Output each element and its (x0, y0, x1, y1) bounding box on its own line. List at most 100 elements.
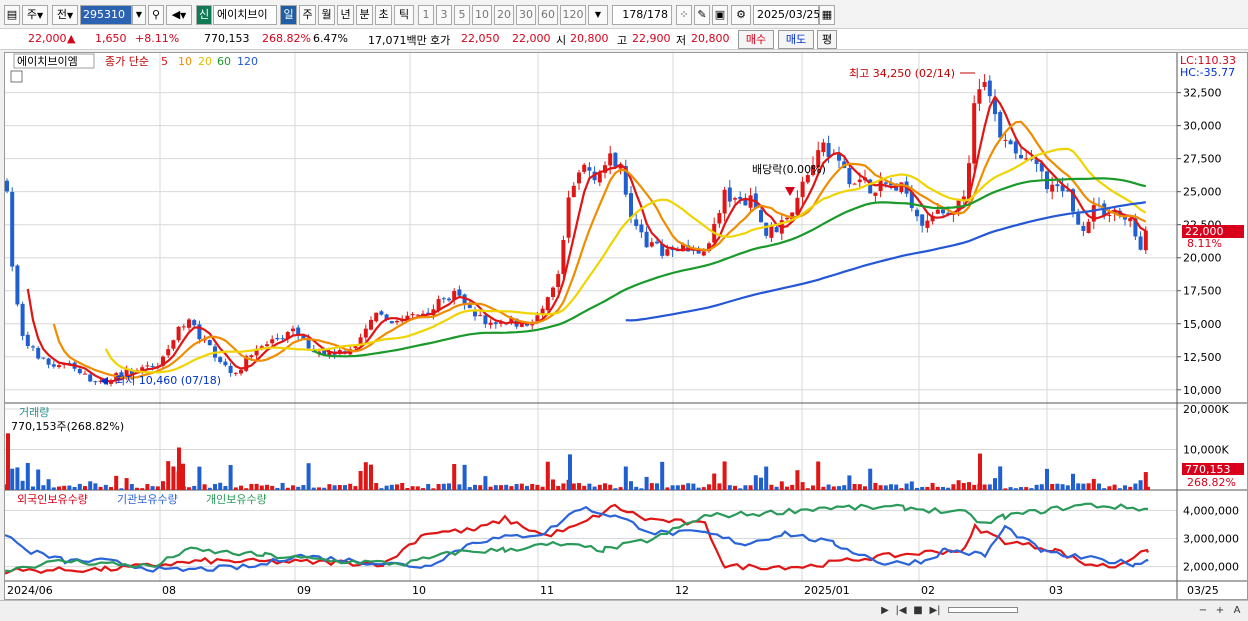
candle-body (982, 82, 987, 87)
stop-icon[interactable]: ■ (911, 604, 925, 618)
candle-body (634, 219, 639, 226)
interval-30[interactable]: 30 (516, 5, 536, 25)
first-icon[interactable]: |◀ (894, 604, 908, 618)
sell-button[interactable]: 매도 (778, 30, 814, 49)
candle-body (207, 340, 212, 346)
date-field[interactable]: 2025/03/25 (753, 5, 820, 25)
table-icon[interactable] (10, 70, 23, 83)
calendar-icon[interactable]: ▦ (819, 5, 835, 25)
holder-line-2 (4, 502, 1149, 573)
layout-icon[interactable]: ▤ (4, 5, 20, 25)
volume-bar (88, 481, 93, 490)
interval-1[interactable]: 1 (418, 5, 434, 25)
tab-second[interactable]: 초 (375, 5, 392, 25)
scroll-slider[interactable] (948, 607, 1018, 613)
draw-icon[interactable]: ✎ (694, 5, 710, 25)
prev-select[interactable]: 전▼ (52, 5, 78, 25)
candle-body (733, 198, 737, 200)
candle-body (31, 346, 35, 348)
high-label: 고 (617, 34, 628, 47)
volume-bar-peak (1146, 486, 1150, 490)
tab-year[interactable]: 년 (337, 5, 354, 25)
tab-tick[interactable]: 틱 (394, 5, 414, 25)
candle-body (181, 326, 186, 328)
volume-bar (1034, 484, 1039, 490)
candle-body (545, 297, 550, 311)
tab-day[interactable]: 일 (280, 5, 297, 25)
gear-icon[interactable]: ⚙ (731, 5, 751, 25)
search-icon[interactable]: ⚲ (148, 5, 164, 25)
candle-body (1055, 184, 1060, 187)
stock-name-field[interactable]: 에이치브이 (213, 5, 277, 25)
buy-button[interactable]: 매수 (738, 30, 774, 49)
count-field[interactable]: 178/178 (612, 5, 672, 25)
candle-body (556, 274, 561, 287)
volume-bar (592, 486, 597, 490)
eval-button[interactable]: 평 (817, 30, 837, 49)
interval-dropdown-icon[interactable]: ▼ (588, 5, 608, 25)
volume-bar (805, 488, 810, 490)
candle-body (717, 213, 722, 224)
tab-week[interactable]: 주 (299, 5, 316, 25)
candle-body (379, 311, 384, 315)
volume-bar (519, 483, 524, 490)
volume-bar (904, 483, 909, 490)
volume-bar (1102, 488, 1107, 490)
interval-5[interactable]: 5 (454, 5, 470, 25)
speaker-icon[interactable]: ◀▼ (166, 5, 192, 25)
volume-bar (31, 486, 35, 490)
candle-body (769, 225, 774, 238)
volume-bar (98, 486, 103, 490)
candle-body (166, 349, 171, 356)
last-price: 22,000 (28, 32, 67, 45)
volume-bar (135, 487, 139, 490)
code-dropdown-icon[interactable]: ▼ (132, 5, 146, 25)
interval-60[interactable]: 60 (538, 5, 558, 25)
candle-body (941, 209, 945, 214)
interval-120[interactable]: 120 (560, 5, 586, 25)
vol-tag: 770,153 (1185, 463, 1231, 476)
candle-body (187, 319, 191, 328)
x-axis-label: 10 (412, 584, 426, 597)
candle-body (764, 222, 769, 236)
candle-body (280, 338, 285, 340)
interval-20[interactable]: 20 (494, 5, 514, 25)
volume-bar (842, 485, 847, 490)
volume-bar (629, 481, 633, 490)
volume-bar (228, 465, 233, 490)
candle-body (639, 224, 644, 233)
volume-bar (1024, 487, 1029, 490)
auto-icon[interactable]: A (1230, 604, 1244, 618)
candle-body (41, 357, 46, 359)
tab-month[interactable]: 월 (318, 5, 335, 25)
volume-bar (712, 473, 717, 490)
volume-bar (660, 461, 665, 490)
volume-bar (265, 484, 269, 490)
volume-bar (488, 486, 493, 490)
price-tick-label: 15,000 (1183, 318, 1222, 331)
candle-body (265, 344, 269, 347)
interval-3[interactable]: 3 (436, 5, 452, 25)
period-mode-select[interactable]: 주▼ (22, 5, 48, 25)
zoom-out-icon[interactable]: − (1196, 604, 1210, 618)
candle-body (15, 265, 20, 305)
candle-body (363, 328, 368, 338)
volume-bar (530, 483, 535, 490)
save-icon[interactable]: ▣ (712, 5, 728, 25)
play-icon[interactable]: ▶ (878, 604, 892, 618)
volume-bar (1039, 484, 1044, 490)
candle-body (493, 322, 498, 325)
legend-stock-name: 에이치브이엠 (17, 55, 78, 68)
interval-10[interactable]: 10 (472, 5, 492, 25)
annotation-high: 최고 34,250 (02/14) (849, 67, 955, 80)
volume-bar (57, 486, 61, 490)
volume-bar (1117, 488, 1122, 490)
candle-body (727, 187, 732, 202)
zoom-in-icon[interactable]: + (1213, 604, 1227, 618)
stock-code-input[interactable]: 295310 (80, 5, 132, 25)
last-icon[interactable]: ▶| (928, 604, 942, 618)
volume-bar (774, 486, 779, 490)
grid-icon[interactable]: ⁘ (676, 5, 692, 25)
chart-area[interactable]: 32,50030,00027,50025,00022,50020,00017,5… (4, 52, 1248, 600)
tab-minute[interactable]: 분 (356, 5, 373, 25)
